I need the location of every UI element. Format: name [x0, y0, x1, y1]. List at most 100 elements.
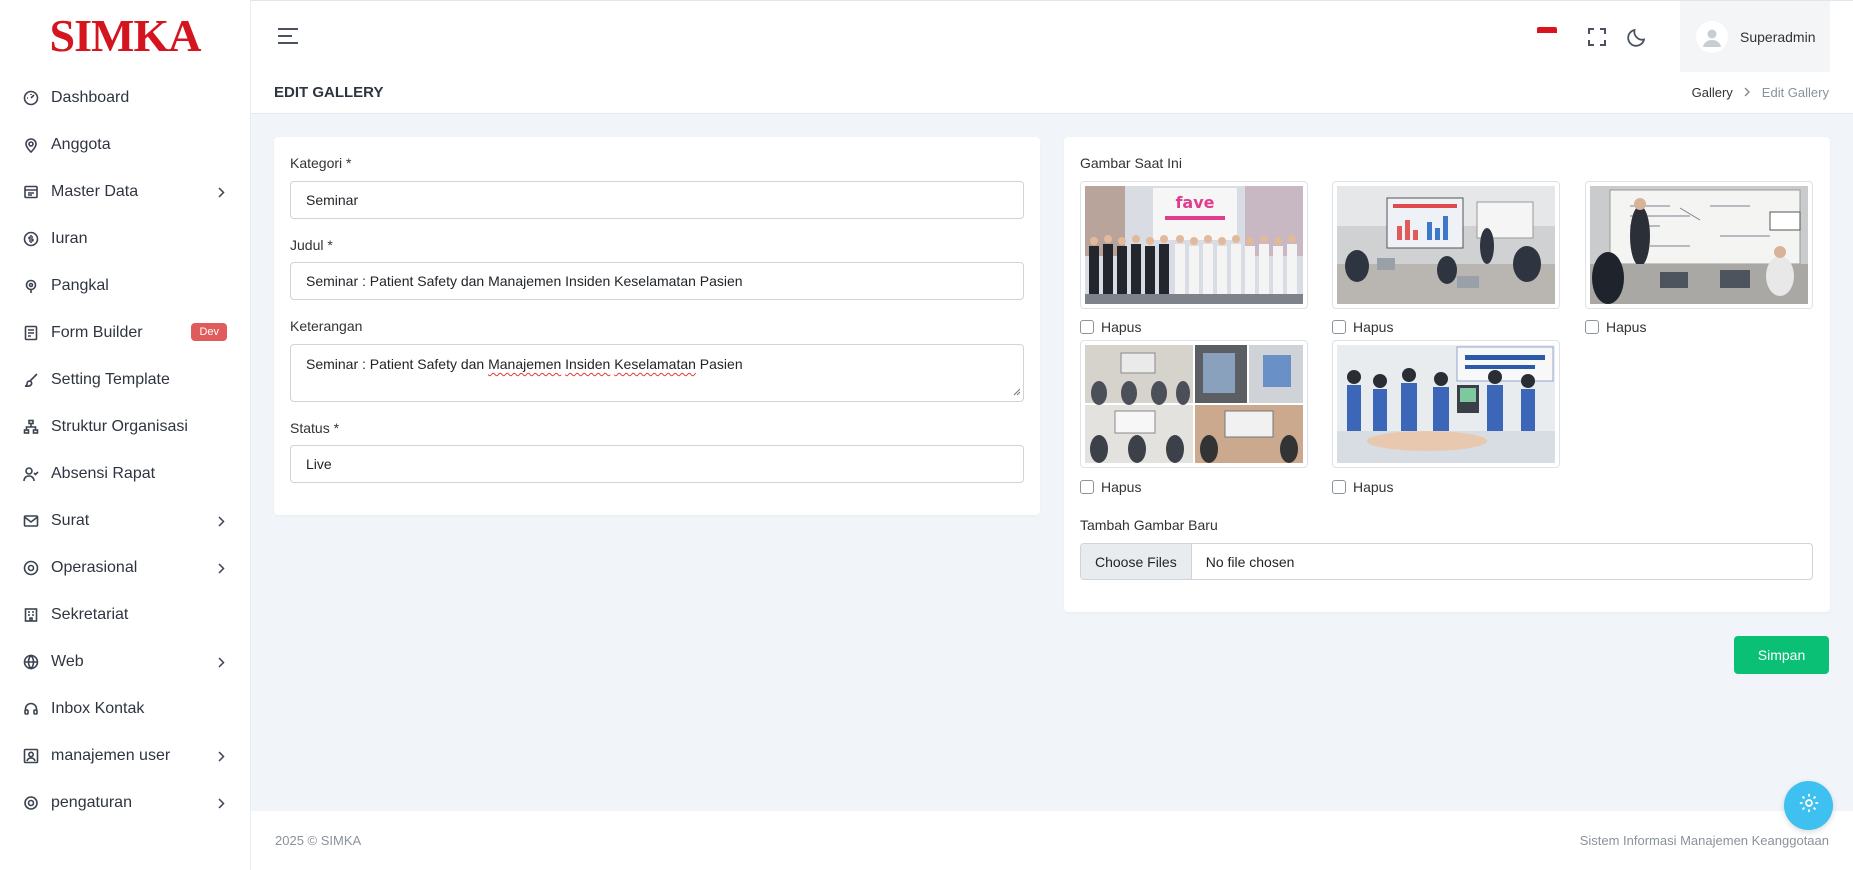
- chevron-right-icon: [218, 514, 225, 532]
- sidebar-item-label: Surat: [51, 511, 90, 529]
- dark-mode-icon[interactable]: [1626, 26, 1648, 53]
- kategori-value: Seminar: [306, 192, 359, 208]
- sidebar-item-label: Pangkal: [51, 276, 109, 294]
- user-menu[interactable]: Superadmin: [1680, 1, 1830, 72]
- building-icon: [23, 607, 39, 623]
- new-images-label: Tambah Gambar Baru: [1080, 517, 1218, 533]
- chevron-right-icon: [218, 655, 225, 673]
- gallery-image-4: [1080, 340, 1308, 468]
- kategori-label: Kategori *: [290, 155, 352, 171]
- sidebar-item-label: Master Data: [51, 182, 139, 200]
- sidebar-item-struktur-organisasi[interactable]: Struktur Organisasi: [0, 403, 250, 450]
- settings-icon: [23, 560, 39, 576]
- sidebar-item-label: Inbox Kontak: [51, 699, 145, 717]
- user-box-icon: [23, 748, 39, 764]
- sidebar-item-label: Iuran: [51, 229, 88, 247]
- delete-image-3-checkbox[interactable]: Hapus: [1585, 319, 1646, 335]
- sidebar-item-label: Web: [51, 652, 84, 670]
- status-select[interactable]: Live: [290, 445, 1024, 483]
- gallery-image-3: [1585, 181, 1813, 309]
- dashboard-icon: [23, 90, 39, 106]
- status-label: Status *: [290, 420, 340, 436]
- delete-image-5-checkbox[interactable]: Hapus: [1332, 479, 1393, 495]
- sidebar-item-label: Struktur Organisasi: [51, 417, 188, 435]
- gallery-image-1: fave: [1080, 181, 1308, 309]
- sidebar-item-dashboard[interactable]: Dashboard: [0, 74, 250, 121]
- money-icon: [23, 231, 39, 247]
- sidebar-item-label: Sekretariat: [51, 605, 129, 623]
- language-flag-icon[interactable]: [1537, 27, 1557, 39]
- brush-icon: [23, 372, 39, 388]
- no-file-text: No file chosen: [1205, 553, 1295, 570]
- file-upload-input[interactable]: Choose Files No file chosen: [1080, 543, 1813, 580]
- sidebar-item-surat[interactable]: Surat: [0, 497, 250, 544]
- judul-label: Judul *: [290, 237, 333, 253]
- menu-toggle-icon[interactable]: [277, 27, 299, 50]
- sidebar-item-web[interactable]: Web: [0, 638, 250, 685]
- avatar: [1696, 20, 1728, 53]
- sidebar-item-iuran[interactable]: Iuran: [0, 215, 250, 262]
- sidebar-item-label: Setting Template: [51, 370, 170, 388]
- sidebar-item-form-builder[interactable]: Form Builder Dev: [0, 309, 250, 356]
- user-check-icon: [23, 466, 39, 482]
- breadcrumb-current: Edit Gallery: [1761, 85, 1829, 100]
- settings-fab[interactable]: [1784, 781, 1833, 830]
- cog-icon: [23, 795, 39, 811]
- sidebar-item-anggota[interactable]: Anggota: [0, 121, 250, 168]
- status-value: Live: [306, 456, 332, 472]
- keterangan-textarea[interactable]: Seminar : Patient Safety dan Manajemen I…: [290, 344, 1024, 402]
- org-icon: [23, 419, 39, 435]
- svg-text:fave: fave: [1175, 193, 1214, 212]
- sidebar-item-operasional[interactable]: Operasional: [0, 544, 250, 591]
- gallery-image-5: [1332, 340, 1560, 468]
- mail-icon: [23, 513, 39, 529]
- chevron-right-icon: [218, 185, 225, 203]
- sidebar-item-label: Anggota: [51, 135, 111, 153]
- kategori-field[interactable]: Seminar: [290, 181, 1024, 219]
- page-header: EDIT GALLERY Gallery Edit Gallery: [251, 72, 1853, 114]
- keterangan-value: Seminar : Patient Safety dan Manajemen I…: [306, 356, 743, 372]
- choose-files-button[interactable]: Choose Files: [1081, 544, 1192, 579]
- current-images-label: Gambar Saat Ini: [1080, 155, 1182, 171]
- breadcrumb: Gallery Edit Gallery: [1692, 85, 1829, 100]
- pin-icon: [23, 278, 39, 294]
- chevron-right-icon: [1744, 85, 1751, 100]
- logo-big: SIMKA: [49, 10, 202, 61]
- sidebar-item-manajemen-user[interactable]: manajemen user: [0, 732, 250, 779]
- footer: 2025 © SIMKA Sistem Informasi Manajemen …: [251, 811, 1853, 870]
- sidebar-item-label: pengaturan: [51, 793, 132, 811]
- sidebar-item-sekretariat[interactable]: Sekretariat: [0, 591, 250, 638]
- delete-image-1-checkbox[interactable]: Hapus: [1080, 319, 1141, 335]
- app-logo[interactable]: SIMKA: [0, 0, 250, 72]
- keterangan-label: Keterangan: [290, 318, 363, 334]
- breadcrumb-gallery[interactable]: Gallery: [1692, 85, 1733, 100]
- judul-field[interactable]: Seminar : Patient Safety dan Manajemen I…: [290, 262, 1024, 300]
- sidebar-item-absensi-rapat[interactable]: Absensi Rapat: [0, 450, 250, 497]
- sidebar-menu: Dashboard Anggota Master Data Iuran Pangkal F…: [0, 74, 250, 826]
- delete-image-2-checkbox[interactable]: Hapus: [1332, 319, 1393, 335]
- judul-value: Seminar : Patient Safety dan Manajemen I…: [306, 273, 743, 289]
- user-name: Superadmin: [1740, 28, 1816, 45]
- sidebar-item-inbox-kontak[interactable]: Inbox Kontak: [0, 685, 250, 732]
- fullscreen-icon[interactable]: [1587, 27, 1607, 52]
- database-icon: [23, 184, 39, 200]
- chevron-right-icon: [218, 749, 225, 767]
- sidebar-item-pengaturan[interactable]: pengaturan: [0, 779, 250, 826]
- sidebar-item-pangkal[interactable]: Pangkal: [0, 262, 250, 309]
- save-button[interactable]: Simpan: [1734, 636, 1829, 674]
- chevron-right-icon: [218, 796, 225, 814]
- headset-icon: [23, 701, 39, 717]
- gallery-image-2: [1332, 181, 1560, 309]
- topbar: Superadmin: [251, 0, 1853, 72]
- sidebar: SIMKA Dashboard Anggota Master Data Iuran Pa…: [0, 0, 251, 870]
- footer-copyright: 2025 © SIMKA: [275, 833, 362, 848]
- dev-badge: Dev: [191, 323, 227, 341]
- delete-image-4-checkbox[interactable]: Hapus: [1080, 479, 1141, 495]
- sidebar-item-label: Dashboard: [51, 88, 130, 106]
- sidebar-item-master-data[interactable]: Master Data: [0, 168, 250, 215]
- globe-icon: [23, 653, 39, 670]
- footer-app-name: Sistem Informasi Manajemen Keanggotaan: [1579, 833, 1829, 848]
- resize-grip-icon[interactable]: [1012, 383, 1021, 399]
- sidebar-item-setting-template[interactable]: Setting Template: [0, 356, 250, 403]
- page-title: EDIT GALLERY: [274, 84, 384, 101]
